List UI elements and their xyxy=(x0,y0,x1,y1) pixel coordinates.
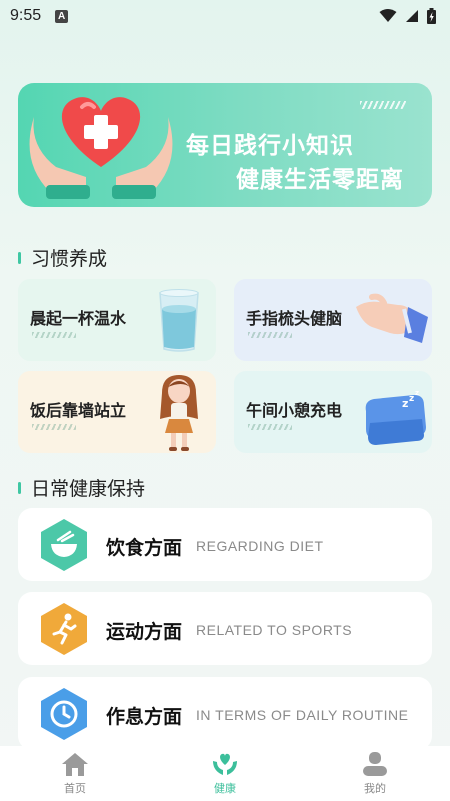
banner-decoration xyxy=(360,101,406,109)
status-icons xyxy=(379,8,436,24)
section-title-habits: 习惯养成 xyxy=(18,244,107,271)
nav-item-profile[interactable]: 我的 xyxy=(300,746,450,801)
clock-icon xyxy=(41,688,87,740)
list-title: 饮食方面 xyxy=(106,537,183,559)
bottom-nav: 首页 健康 我的 xyxy=(0,746,450,801)
list-subtitle: RELATED TO SPORTS xyxy=(196,622,353,638)
sleep-pillow-icon: z z z xyxy=(365,389,426,445)
svg-text:z: z xyxy=(415,389,419,397)
section-title-text: 习惯养成 xyxy=(31,248,108,270)
water-glass-icon xyxy=(159,289,199,352)
list-title: 作息方面 xyxy=(106,706,183,728)
list-subtitle: IN TERMS OF DAILY ROUTINE xyxy=(196,707,409,723)
list-card-diet[interactable]: 饮食方面 REGARDING DIET xyxy=(18,508,432,581)
notification-icon: A xyxy=(55,9,69,23)
pointing-hand-icon xyxy=(356,293,428,343)
list-card-routine[interactable]: 作息方面 IN TERMS OF DAILY ROUTINE xyxy=(18,677,432,750)
nav-item-health[interactable]: 健康 xyxy=(150,746,300,801)
nav-label: 首页 xyxy=(64,782,86,795)
girl-figure-icon xyxy=(160,375,198,451)
habit-decoration xyxy=(248,332,292,338)
list-title: 运动方面 xyxy=(106,621,183,643)
nav-label: 我的 xyxy=(364,782,386,795)
habit-label: 晨起一杯温水 xyxy=(30,309,127,328)
list-subtitle: REGARDING DIET xyxy=(196,538,324,554)
svg-text:z: z xyxy=(409,394,414,404)
section-title-text: 日常健康保持 xyxy=(31,478,146,500)
habit-label: 手指梳头健脑 xyxy=(246,309,343,328)
habit-card-finger-comb[interactable]: 手指梳头健脑 xyxy=(234,279,432,361)
wifi-icon xyxy=(379,9,397,22)
status-time: 9:55 xyxy=(10,7,42,24)
heart-hands-icon xyxy=(29,97,173,199)
health-banner[interactable]: 每日践行小知识 健康生活零距离 xyxy=(18,83,432,207)
home-icon xyxy=(62,753,88,776)
nav-item-home[interactable]: 首页 xyxy=(0,746,150,801)
banner-subtitle: 健康生活零距离 xyxy=(236,167,404,193)
svg-text:z: z xyxy=(402,397,408,410)
section-marker xyxy=(18,481,21,494)
habit-card-warm-water[interactable]: 晨起一杯温水 xyxy=(18,279,216,361)
section-marker xyxy=(18,251,21,264)
list-card-sports[interactable]: 运动方面 RELATED TO SPORTS xyxy=(18,592,432,665)
health-heart-icon xyxy=(213,753,237,775)
habit-card-nap[interactable]: 午间小憩充电 z z z xyxy=(234,371,432,453)
habit-decoration xyxy=(32,332,76,338)
battery-icon xyxy=(427,8,436,24)
running-icon xyxy=(41,603,87,655)
user-icon xyxy=(363,752,387,776)
section-title-daily: 日常健康保持 xyxy=(18,474,145,501)
signal-icon xyxy=(406,10,418,22)
nav-label: 健康 xyxy=(214,782,236,795)
habit-card-wall-stand[interactable]: 饭后靠墙站立 xyxy=(18,371,216,453)
food-bowl-icon xyxy=(41,519,87,571)
habit-decoration xyxy=(248,424,292,430)
habit-label: 午间小憩充电 xyxy=(246,401,343,420)
banner-title: 每日践行小知识 xyxy=(186,133,354,159)
habit-label: 饭后靠墙站立 xyxy=(30,401,127,420)
habit-decoration xyxy=(32,424,76,430)
status-bar: 9:55 A xyxy=(0,0,450,32)
